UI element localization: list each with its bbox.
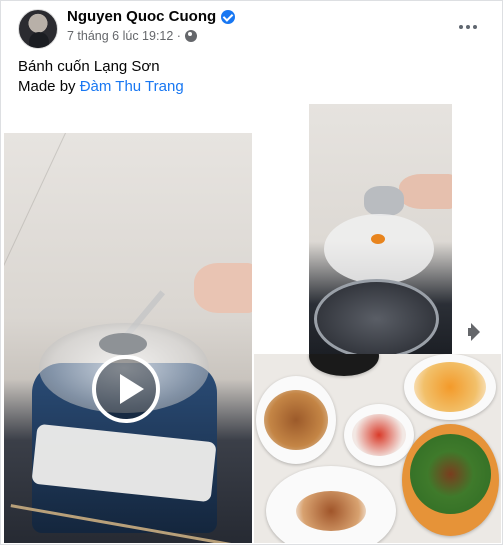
photo-steaming[interactable]	[309, 104, 452, 354]
video-thumbnail[interactable]	[4, 133, 252, 543]
post-caption: Bánh cuốn Lạng Sơn Made by Đàm Thu Trang	[18, 57, 184, 97]
author-name[interactable]: Nguyen Quoc Cuong	[67, 8, 216, 25]
post-timestamp[interactable]: 7 tháng 6 lúc 19:12 ·	[67, 29, 181, 43]
author-avatar[interactable]	[18, 9, 58, 49]
globe-icon	[184, 30, 197, 42]
author-row: Nguyen Quoc Cuong	[67, 8, 236, 25]
post-card: Nguyen Quoc Cuong 7 tháng 6 lúc 19:12 · …	[0, 0, 503, 545]
speaker-icon[interactable]	[465, 321, 487, 343]
play-icon[interactable]	[92, 355, 160, 423]
caption-credit: Made by Đàm Thu Trang	[18, 77, 184, 97]
credited-user-link[interactable]: Đàm Thu Trang	[80, 78, 184, 95]
photo-dishes[interactable]	[254, 354, 501, 543]
caption-title: Bánh cuốn Lạng Sơn	[18, 58, 160, 75]
media-grid	[4, 101, 501, 543]
more-options-icon[interactable]	[456, 15, 480, 39]
verified-badge-icon	[221, 9, 236, 24]
post-meta: 7 tháng 6 lúc 19:12 ·	[67, 29, 197, 43]
caption-prefix: Made by	[18, 78, 76, 95]
